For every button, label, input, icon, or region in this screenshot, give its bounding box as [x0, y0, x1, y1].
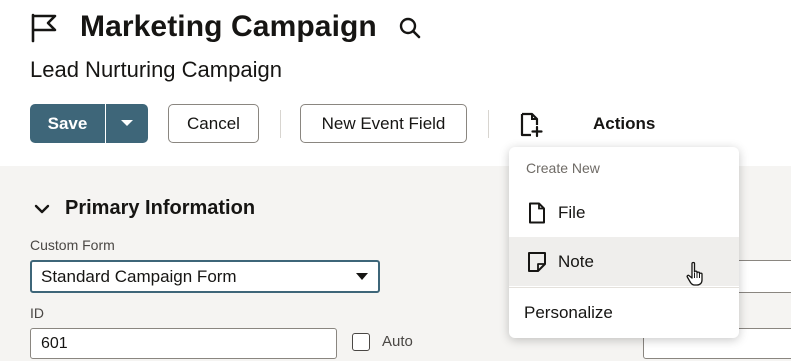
menu-heading: Create New: [526, 160, 600, 176]
custom-form-select[interactable]: Standard Campaign Form: [30, 260, 380, 293]
id-value: 601: [41, 334, 68, 352]
chevron-down-icon[interactable]: [34, 201, 50, 217]
save-button[interactable]: Save: [30, 104, 105, 143]
file-icon: [529, 202, 545, 223]
page-header: Marketing Campaign Lead Nurturing Campai…: [0, 0, 791, 166]
caret-down-icon: [356, 273, 368, 280]
auto-checkbox[interactable]: [352, 333, 370, 351]
cancel-button[interactable]: Cancel: [168, 104, 259, 143]
note-icon: [528, 251, 546, 272]
menu-item-personalize[interactable]: Personalize: [509, 288, 739, 337]
custom-form-value: Standard Campaign Form: [41, 266, 237, 286]
id-label: ID: [30, 305, 44, 321]
create-new-menu: Create New File Note Personalize: [509, 147, 739, 338]
page-title: Marketing Campaign: [80, 10, 377, 43]
section-title[interactable]: Primary Information: [65, 197, 255, 220]
toolbar-divider: [488, 110, 489, 138]
menu-item-label: Personalize: [524, 302, 613, 322]
auto-label: Auto: [382, 333, 413, 350]
actions-menu-button[interactable]: Actions: [593, 114, 655, 134]
flag-icon: [31, 13, 57, 43]
toolbar-divider: [280, 110, 281, 138]
chevron-down-icon: [121, 120, 133, 126]
hand-cursor-icon: [686, 261, 703, 286]
record-name: Lead Nurturing Campaign: [30, 57, 282, 82]
save-options-button[interactable]: [106, 104, 148, 143]
menu-item-label: Note: [558, 251, 594, 271]
menu-item-label: File: [558, 202, 586, 222]
custom-form-label: Custom Form: [30, 237, 115, 253]
menu-item-file[interactable]: File: [509, 188, 739, 237]
search-icon[interactable]: [398, 16, 422, 40]
new-event-field-button[interactable]: New Event Field: [300, 104, 467, 143]
id-field[interactable]: 601: [30, 328, 337, 359]
new-document-icon[interactable]: [519, 112, 543, 138]
